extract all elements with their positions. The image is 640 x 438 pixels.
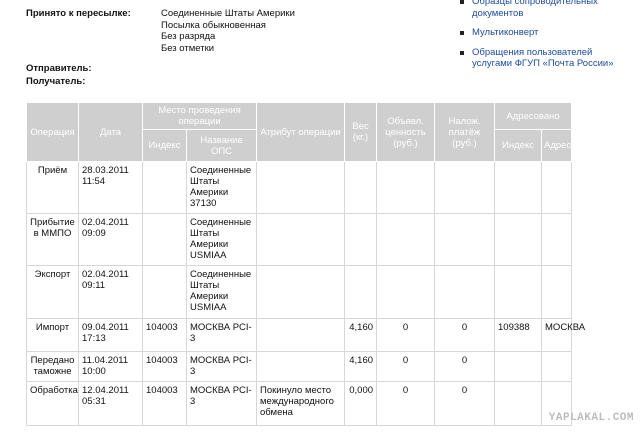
table-header: Операция Дата Место проведения операции … — [26, 102, 573, 162]
cell-address — [541, 161, 573, 214]
table-row: Импорт 09.04.2011 17:13 104003 МОСКВА PCI- … — [26, 318, 585, 352]
bullet-icon — [460, 50, 464, 55]
sidebar-item-multienvelope[interactable]: Мультиконверт — [460, 27, 635, 39]
cell-attribute — [256, 161, 346, 214]
recipient-label: Получатель: — [26, 76, 86, 87]
sidebar-link-documents[interactable]: Образцы сопроводительных документов — [472, 0, 598, 19]
header-addressed: Адресовано — [494, 102, 573, 130]
header-addr-index: Индекс — [494, 129, 543, 162]
cell-ops-name: Соединенные Штаты Америки USMIAA — [185, 265, 258, 319]
parcel-mark: Без отметки — [161, 42, 215, 54]
sidebar-link-appeals[interactable]: Обращения пользователей услугами ФГУП «П… — [472, 47, 613, 70]
parcel-type: Посылка обыкновенная — [161, 19, 266, 31]
parcel-category: Без разряда — [161, 31, 216, 42]
header-operation: Операция — [26, 102, 79, 162]
header-date: Дата — [78, 102, 143, 162]
cell-ops-name: МОСКВА PCI- 3 — [185, 351, 258, 382]
sidebar-item-appeals[interactable]: Обращения пользователей услугами ФГУП «П… — [460, 47, 635, 70]
header-address: Адрес — [541, 129, 573, 162]
table-row: Приём 28.03.2011 11:54 Соединенные Штаты А… — [26, 161, 573, 214]
cell-operation: Импорт — [26, 318, 79, 352]
table-body: Приём 28.03.2011 11:54 Соединенные Штаты А… — [26, 161, 585, 426]
sender-label: Отправитель: — [26, 63, 92, 74]
sidebar-link-multienvelope[interactable]: Мультиконверт — [472, 27, 538, 38]
cell-ops-name: МОСКВА PCI- 3 — [185, 381, 258, 426]
cell-declared-value: 0 — [376, 381, 436, 426]
cell-date: 12.04.2011 05:31 — [78, 381, 143, 426]
cell-declared-value — [376, 161, 436, 214]
table-row: Экспорт 02.04.2011 09:11 Соединенные Штаты… — [26, 265, 573, 319]
cell-addr-index — [494, 265, 543, 319]
cell-declared-value: 0 — [376, 318, 436, 352]
destination-country: Соединенные Штаты Америки — [161, 8, 295, 19]
cell-address: МОСКВА — [541, 318, 585, 352]
cell-index: 104003 — [142, 351, 187, 382]
cell-weight — [344, 213, 378, 266]
cell-cod — [434, 265, 496, 319]
cell-operation: Обработка — [26, 381, 79, 426]
cell-weight: 0,000 — [344, 381, 378, 426]
cell-weight — [344, 161, 378, 214]
cell-ops-name: МОСКВА PCI- 3 — [185, 318, 258, 352]
sidebar-links: Образцы сопроводительных документов Муль… — [460, 0, 635, 69]
cell-attribute — [256, 318, 346, 352]
header-attribute: Атрибут операции — [256, 102, 346, 162]
cell-index — [142, 265, 187, 319]
watermark: YAPLAKAL.COM — [548, 412, 634, 424]
cell-index: 104003 — [142, 318, 187, 352]
cell-attribute — [256, 213, 346, 266]
cell-address — [541, 213, 573, 266]
table-row: Прибытие в ММПО 02.04.2011 09:09 Соединенн… — [26, 213, 573, 266]
cell-date: 02.04.2011 09:09 — [78, 213, 143, 266]
cell-index: 104003 — [142, 381, 187, 426]
header-weight: Вес (кг.) — [344, 102, 378, 162]
cell-operation: Передано таможне — [26, 351, 79, 382]
cell-declared-value: 0 — [376, 351, 436, 382]
cell-operation: Приём — [26, 161, 79, 214]
cell-addr-index — [494, 213, 543, 266]
bullet-icon — [460, 0, 464, 4]
header-index: Индекс — [142, 129, 187, 162]
table-row: Обработка 12.04.2011 05:31 104003 МОСКВА PC… — [26, 381, 573, 426]
cell-addr-index — [494, 381, 543, 426]
cell-date: 11.04.2011 10:00 — [78, 351, 143, 382]
cell-addr-index — [494, 161, 543, 214]
cell-ops-name: Соединенные Штаты Америки USMIAA — [185, 213, 258, 266]
accepted-values: Соединенные Штаты Америки Посылка обыкно… — [161, 8, 295, 54]
cell-addr-index: 109388 — [494, 318, 543, 352]
header-ops-name: Название ОПС — [185, 129, 258, 162]
cell-weight: 4,160 — [344, 351, 378, 382]
cell-address — [541, 351, 573, 382]
cell-addr-index — [494, 351, 543, 382]
cell-operation: Прибытие в ММПО — [26, 213, 79, 266]
cell-address — [541, 265, 573, 319]
cell-index — [142, 213, 187, 266]
cell-weight: 4,160 — [344, 318, 378, 352]
cell-declared-value — [376, 213, 436, 266]
cell-date: 09.04.2011 17:13 — [78, 318, 143, 352]
cell-attribute — [256, 351, 346, 382]
cell-ops-name: Соединенные Штаты Америки 37130 — [185, 161, 258, 214]
cell-attribute — [256, 265, 346, 319]
cell-attribute: Покинуло место международного обмена — [256, 381, 346, 426]
cell-cod — [434, 161, 496, 214]
cell-declared-value — [376, 265, 436, 319]
tracking-table: Операция Дата Место проведения операции … — [26, 102, 585, 426]
cell-cod: 0 — [434, 318, 496, 352]
cell-date: 28.03.2011 11:54 — [78, 161, 143, 214]
accepted-label: Принято к пересылке: — [26, 8, 131, 19]
sidebar-item-documents[interactable]: Образцы сопроводительных документов — [460, 0, 635, 19]
cell-weight — [344, 265, 378, 319]
cell-cod: 0 — [434, 351, 496, 382]
cell-cod — [434, 213, 496, 266]
cell-operation: Экспорт — [26, 265, 79, 319]
table-row: Передано таможне 11.04.2011 10:00 104003 МО… — [26, 351, 573, 382]
header-declared-value: Объявл. ценность (руб.) — [376, 102, 436, 162]
header-cod: Налож. платёж (руб.) — [434, 102, 496, 162]
cell-index — [142, 161, 187, 214]
bullet-icon — [460, 31, 464, 35]
cell-cod: 0 — [434, 381, 496, 426]
cell-date: 02.04.2011 09:11 — [78, 265, 143, 319]
header-place: Место проведения операции — [141, 102, 258, 130]
